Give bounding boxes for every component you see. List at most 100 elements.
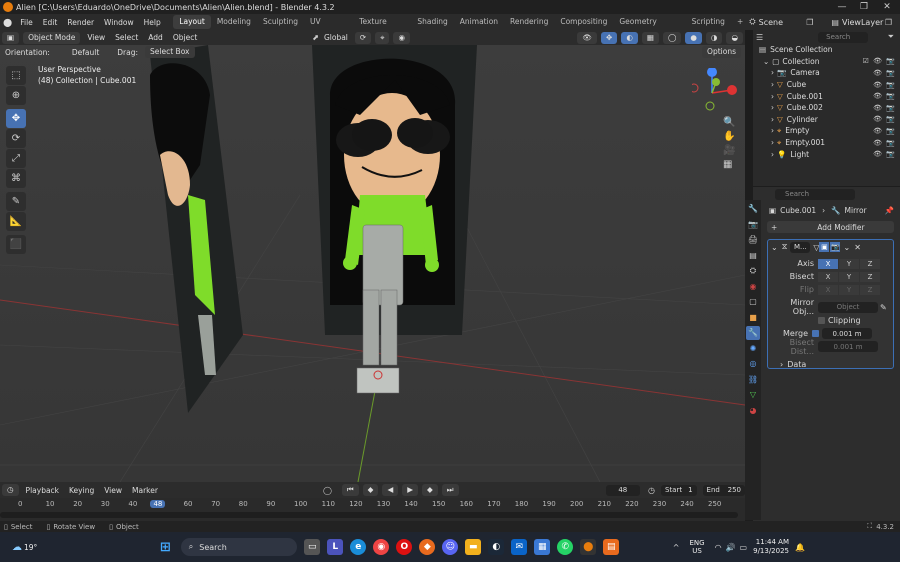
taskbar-search[interactable]: ⌕ Search <box>180 538 297 556</box>
timeline-menu-keying[interactable]: Keying <box>64 486 99 495</box>
play-reverse-icon[interactable]: ◀ <box>382 484 399 496</box>
list-item[interactable]: › 💡 Light 👁 📷 <box>753 148 900 160</box>
visibility-toggles-icon[interactable]: ☑ 👁 📷 <box>863 57 896 65</box>
vp-menu-object[interactable]: Object <box>168 33 202 42</box>
3d-viewport[interactable] <box>0 45 745 482</box>
menu-file[interactable]: File <box>15 18 38 27</box>
properties-search[interactable]: Search <box>775 188 855 200</box>
expand-arrow-icon[interactable]: › <box>771 115 774 124</box>
collection-tab-icon[interactable]: ▢ <box>746 295 760 309</box>
modifier-tab-icon[interactable]: 🔧 <box>746 325 760 340</box>
discord-icon[interactable]: ☺ <box>442 539 459 555</box>
new-viewlayer-icon[interactable]: ❐ <box>885 18 892 27</box>
viewlayer-selector[interactable]: ViewLayer <box>842 18 885 27</box>
snap-icon[interactable]: ⌖ <box>375 31 390 44</box>
overlay-icon[interactable]: ◐ <box>621 31 638 44</box>
notification-icon[interactable]: 🔔 <box>795 543 805 552</box>
tab-texture-paint[interactable]: Texture Paint <box>353 15 411 40</box>
timeline-menu-marker[interactable]: Marker <box>127 486 163 495</box>
remove-modifier-icon[interactable]: ✕ <box>854 243 861 252</box>
pan-icon[interactable]: ✋ <box>723 131 735 142</box>
menu-render[interactable]: Render <box>62 18 99 27</box>
play-icon[interactable]: ▶ <box>402 484 419 496</box>
mode-selector[interactable]: Object Mode <box>23 31 81 44</box>
playhead[interactable]: 48 <box>150 500 166 508</box>
start-frame-field[interactable]: Start 1 <box>660 484 697 496</box>
new-scene-icon[interactable]: ❐ <box>806 18 813 27</box>
timeline-scrollbar[interactable] <box>0 512 738 518</box>
add-workspace-icon[interactable]: + <box>731 15 749 29</box>
close-icon[interactable]: ✕ <box>875 0 899 14</box>
timeline-menu-view[interactable]: View <box>99 486 127 495</box>
prev-key-icon[interactable]: ◆ <box>362 484 379 496</box>
minimize-icon[interactable]: — <box>830 0 854 14</box>
scene-tab-icon[interactable]: ⛭ <box>746 264 760 278</box>
outliner-search[interactable]: Search <box>818 31 869 43</box>
constraints-tab-icon[interactable]: ⛓ <box>746 372 760 386</box>
auto-key-icon[interactable]: ◯ <box>323 486 332 495</box>
start-icon[interactable]: ⊞ <box>157 539 173 555</box>
menu-edit[interactable]: Edit <box>38 18 63 27</box>
orientation-selector[interactable]: Default <box>67 48 104 57</box>
list-item[interactable]: › 📷 Camera 👁 📷 <box>753 67 900 79</box>
menu-help[interactable]: Help <box>139 18 166 27</box>
expand-arrow-icon[interactable]: › <box>771 150 774 159</box>
expand-arrow-icon[interactable]: › <box>771 92 774 101</box>
volume-icon[interactable]: 🔊 <box>726 543 736 552</box>
vp-menu-view[interactable]: View <box>82 33 110 42</box>
modifier-dropdown-icon[interactable]: ⌄ <box>843 243 850 252</box>
list-item[interactable]: › ⌖ Empty 👁 📷 <box>753 125 900 137</box>
view-layer-tab-icon[interactable]: ▤ <box>746 248 760 262</box>
merge-distance-field[interactable]: 0.001 m <box>822 328 872 339</box>
render-tab-icon[interactable]: 📷 <box>746 217 760 231</box>
blender-taskbar-icon[interactable]: ⬤ <box>580 539 597 555</box>
opera-icon[interactable]: O <box>396 539 413 555</box>
task-view-icon[interactable]: ▭ <box>304 539 321 555</box>
clipping-checkbox[interactable] <box>818 317 825 324</box>
options-button[interactable]: Options <box>702 46 741 58</box>
output-tab-icon[interactable]: 🖨 <box>746 233 760 247</box>
visibility-toggles-icon[interactable]: 👁 📷 <box>873 104 896 112</box>
flip-y-toggle[interactable]: Y <box>839 284 859 295</box>
tab-sculpting[interactable]: Sculpting <box>257 15 304 29</box>
visibility-toggles-icon[interactable]: 👁 📷 <box>873 139 896 147</box>
annotate-tool-icon[interactable]: ✎ <box>6 192 26 211</box>
shading-material-icon[interactable]: ◑ <box>705 31 723 44</box>
add-cube-tool-icon[interactable]: ⬛ <box>6 235 26 254</box>
tab-uv-editing[interactable]: UV Editing <box>304 15 353 40</box>
list-item[interactable]: › ▽ Cylinder 👁 📷 <box>753 114 900 126</box>
shading-rendered-icon[interactable]: ◒ <box>726 31 743 44</box>
vp-menu-select[interactable]: Select <box>110 33 143 42</box>
tab-animation[interactable]: Animation <box>454 15 504 29</box>
object-tab-icon[interactable]: ■ <box>746 310 760 324</box>
tab-layout[interactable]: Layout <box>173 15 211 29</box>
camera-view-icon[interactable]: 🎥 <box>723 145 735 156</box>
editor-type-icon[interactable]: ▣ <box>2 31 20 44</box>
edge-icon[interactable]: e <box>350 539 367 555</box>
next-key-icon[interactable]: ◆ <box>422 484 438 496</box>
eyedropper-icon[interactable]: ✎ <box>880 303 887 312</box>
world-tab-icon[interactable]: ◉ <box>746 279 760 293</box>
file-explorer-icon[interactable]: ▬ <box>465 539 482 555</box>
timeline-ruler[interactable]: 0 10 20 30 40 48 60 70 80 90 100 110 120 130 140 150 160… <box>0 498 745 522</box>
mirror-object-field[interactable]: Object <box>818 301 878 313</box>
data-expand-icon[interactable]: › <box>780 360 783 369</box>
firefox-icon[interactable]: ◆ <box>419 539 436 555</box>
expand-arrow-icon[interactable]: › <box>771 126 774 135</box>
timeline-menu-playback[interactable]: Playback <box>21 486 64 495</box>
scale-tool-icon[interactable]: ⤢ <box>6 149 26 168</box>
axis-z-toggle[interactable]: Z <box>860 258 880 269</box>
measure-tool-icon[interactable]: 📐 <box>6 212 26 231</box>
weather-icon[interactable]: ☁ <box>12 542 22 553</box>
maximize-icon[interactable]: ❐ <box>852 0 876 14</box>
visibility-toggles-icon[interactable]: 👁 📷 <box>873 92 896 100</box>
list-item[interactable]: › ▽ Cube.001 👁 📷 <box>753 90 900 102</box>
material-tab-icon[interactable]: ◕ <box>746 403 760 417</box>
visibility-toggles-icon[interactable]: 👁 📷 <box>873 115 896 123</box>
proportional-edit-icon[interactable]: ◉ <box>393 31 410 44</box>
outliner-type-icon[interactable]: ☰ <box>756 33 763 42</box>
expand-arrow-icon[interactable]: › <box>771 80 774 89</box>
list-item[interactable]: › ▽ Cube 👁 📷 <box>753 79 900 91</box>
navigation-gizmo[interactable] <box>689 67 740 116</box>
language-indicator[interactable]: ENG US <box>690 539 705 555</box>
